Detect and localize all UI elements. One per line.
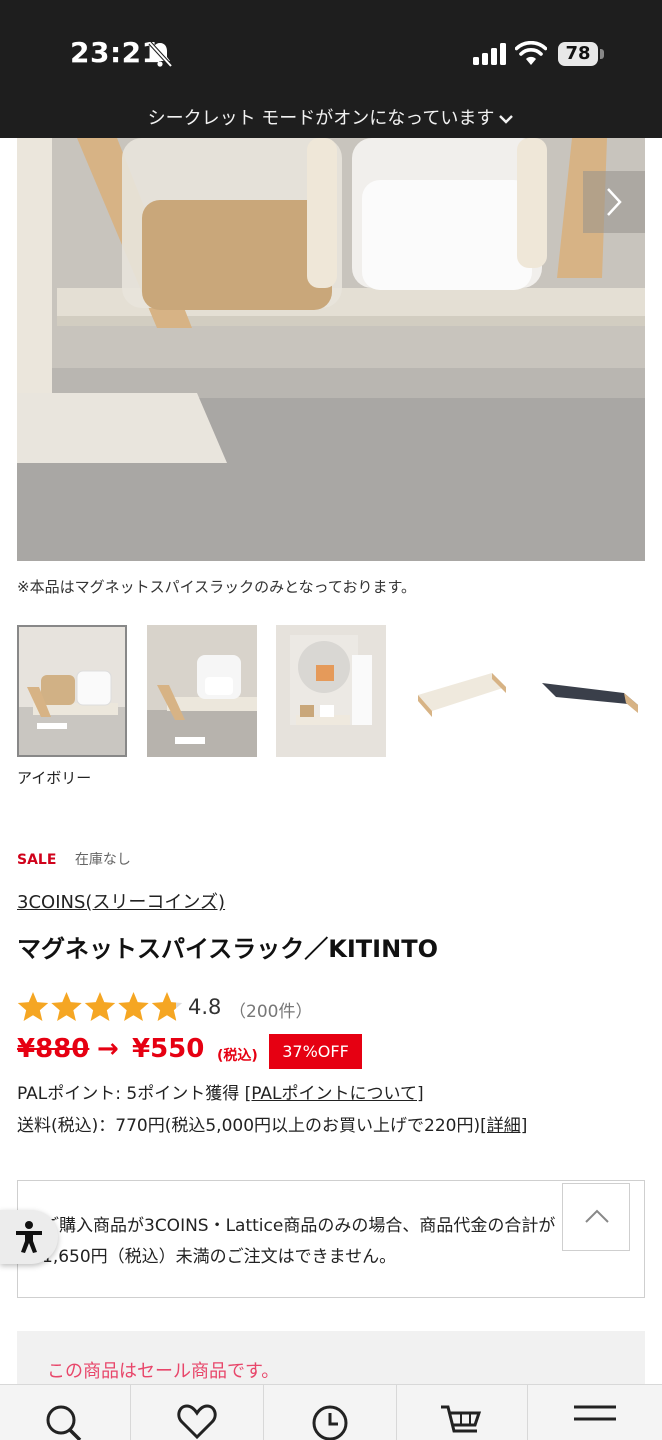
selected-color-label: アイボリー <box>17 769 92 787</box>
screen: 23:21 78 シークレット モードがオンになっています ※本品はマグネットス… <box>0 0 662 1440</box>
wifi-icon <box>515 41 547 65</box>
thumbnail-1[interactable] <box>17 625 127 757</box>
nav-search[interactable] <box>0 1385 131 1440</box>
product-badges: SALE 在庫なし <box>17 849 131 869</box>
incognito-banner[interactable]: シークレット モードがオンになっています <box>0 104 662 130</box>
status-bar: 23:21 78 シークレット モードがオンになっています <box>0 0 662 138</box>
brand-link[interactable]: 3COINS(スリーコインズ) <box>17 888 225 914</box>
heart-icon <box>177 1404 217 1439</box>
menu-icon <box>574 1405 616 1421</box>
chevron-right-icon <box>607 188 622 216</box>
sale-price: ¥550 <box>132 1034 205 1064</box>
sale-badge: SALE <box>17 852 57 868</box>
accessibility-button[interactable] <box>0 1210 58 1264</box>
shipping-text: 送料(税込)：770円(税込5,000円以上のお買い上げで220円) <box>17 1116 481 1136</box>
rating-value: 4.8 <box>188 995 222 1019</box>
tax-label: (税込) <box>217 1048 258 1064</box>
discount-badge: 37%OFF <box>269 1034 362 1069</box>
cart-icon <box>441 1405 482 1433</box>
order-notice-box: ご購入商品が3COINS・Lattice商品のみの場合、商品代金の合計が1,65… <box>17 1180 645 1298</box>
image-next-button[interactable] <box>583 171 645 233</box>
bell-slash-icon <box>148 41 173 68</box>
thumbnail-4[interactable] <box>406 625 516 757</box>
stock-status: 在庫なし <box>74 852 131 868</box>
thumbnail-strip <box>17 625 662 757</box>
star-icon <box>118 992 149 1021</box>
product-title: マグネットスパイスラック／KITINTO <box>17 935 438 963</box>
sale-notice-text: この商品はセール商品です。 <box>47 1361 280 1382</box>
star-icon <box>151 992 183 1021</box>
price-arrow: → <box>97 1034 119 1064</box>
scroll-to-top-button[interactable] <box>562 1183 630 1251</box>
points-text: PALポイント: 5ポイント獲得 <box>17 1084 245 1104</box>
battery-icon: 78 <box>558 42 598 66</box>
bottom-nav <box>0 1384 662 1440</box>
star-icon <box>51 992 82 1021</box>
accessibility-icon <box>16 1221 42 1253</box>
chevron-down-icon <box>499 115 514 124</box>
product-main-image[interactable] <box>17 138 645 561</box>
star-icon <box>17 992 49 1021</box>
rating-stars[interactable] <box>17 990 187 1026</box>
nav-cart[interactable] <box>397 1385 528 1440</box>
thumbnail-2[interactable] <box>147 625 257 757</box>
star-icon <box>84 992 116 1021</box>
thumbnail-3[interactable] <box>276 625 386 757</box>
thumbnail-5[interactable] <box>534 625 644 757</box>
points-info-link[interactable]: [PALポイントについて] <box>245 1084 424 1104</box>
shipping-row: 送料(税込)：770円(税込5,000円以上のお買い上げで220円)[詳細] <box>17 1111 527 1136</box>
battery-nub <box>600 49 604 59</box>
chevron-up-icon <box>585 1209 609 1223</box>
signal-icon <box>473 43 506 65</box>
nav-history[interactable] <box>264 1385 397 1440</box>
original-price: ¥880 <box>17 1034 90 1064</box>
image-caption: ※本品はマグネットスパイスラックのみとなっております。 <box>17 578 416 596</box>
review-count-link[interactable]: （200件） <box>229 997 312 1022</box>
incognito-label: シークレット モードがオンになっています <box>147 108 495 129</box>
order-notice-text: ご購入商品が3COINS・Lattice商品のみの場合、商品代金の合計が1,65… <box>42 1216 556 1267</box>
nav-menu[interactable] <box>528 1385 662 1440</box>
price-row: ¥880 → ¥550 (税込) 37%OFF <box>17 1034 637 1074</box>
nav-favorites[interactable] <box>131 1385 264 1440</box>
search-icon <box>46 1405 82 1440</box>
points-row: PALポイント: 5ポイント獲得 [PALポイントについて] <box>17 1079 424 1104</box>
shipping-details-link[interactable]: [詳細] <box>480 1116 527 1136</box>
clock-icon <box>312 1405 348 1440</box>
